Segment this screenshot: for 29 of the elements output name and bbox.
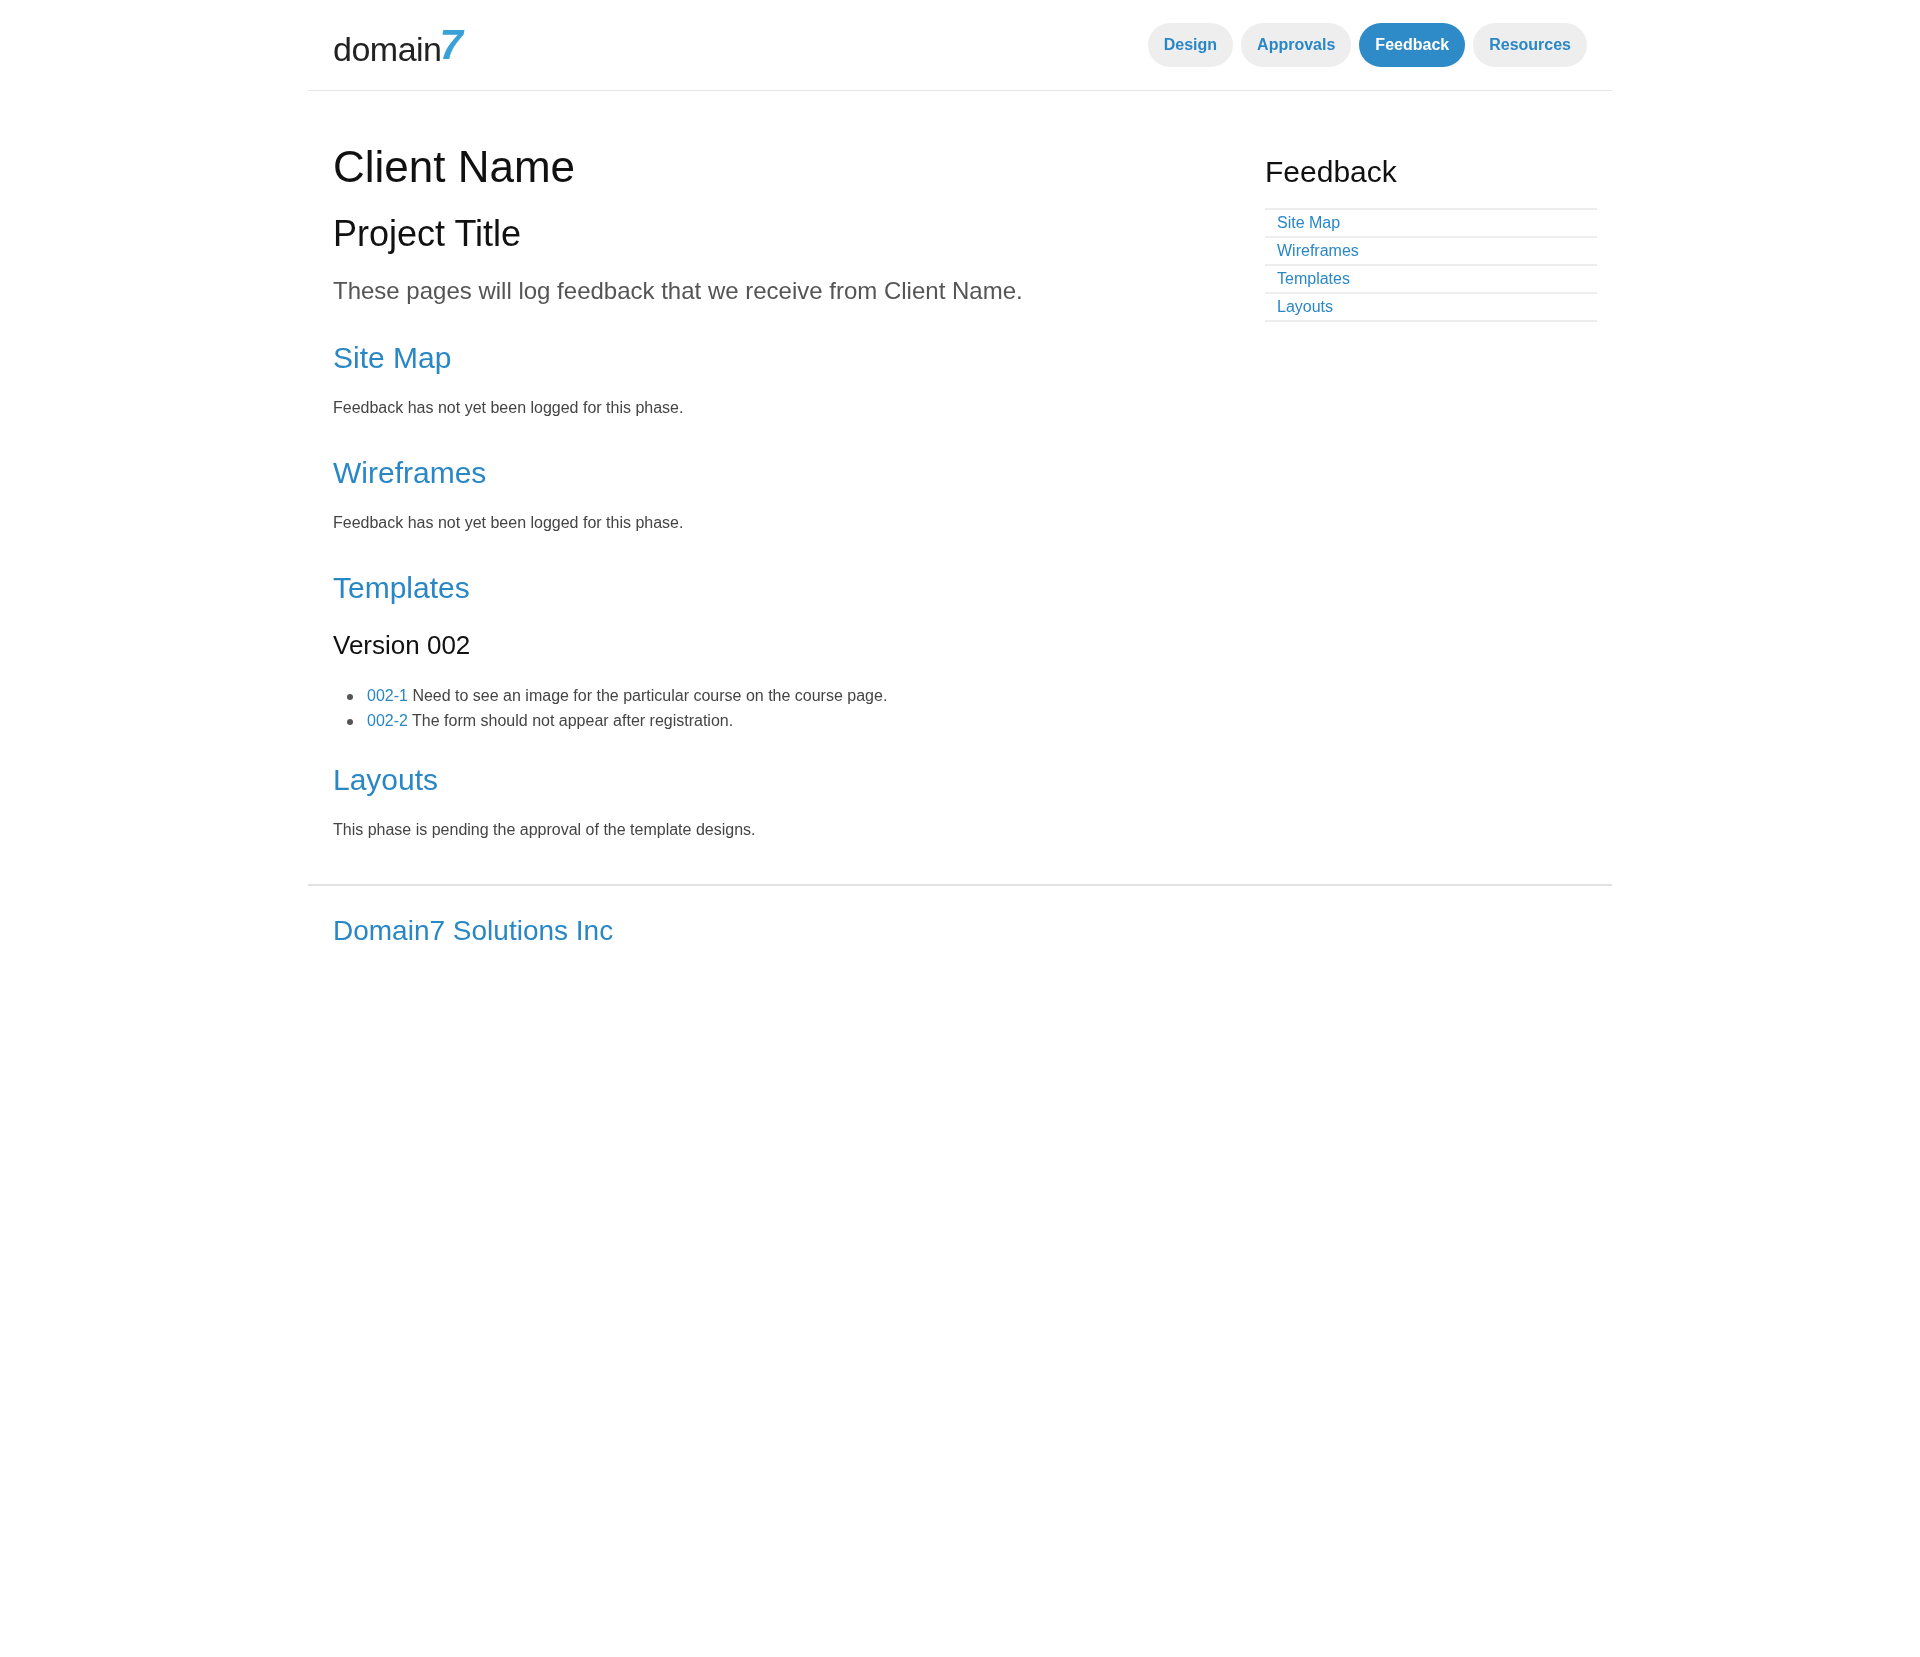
feedback-text: The form should not appear after registration. [412,712,734,729]
logo-wordmark: domain [333,32,442,66]
nav-tab[interactable]: Resources [1473,23,1587,67]
nav-tab[interactable]: Design [1147,23,1234,67]
section-note: This phase is pending the approval of the template designs. [333,820,757,840]
page-title: Client Name [333,141,577,193]
sidebar-link[interactable]: Site Map [1265,208,1597,236]
footer-link[interactable]: Domain7 Solutions Inc [333,915,614,946]
section-heading[interactable]: Wireframes [333,450,487,495]
project-title: Project Title [333,211,523,255]
feedback-text: Need to see an image for the particular course on the course page. [412,687,888,704]
feedback-id-link[interactable]: 002-2 [367,712,408,729]
sidebar-link[interactable]: Templates [1265,264,1597,292]
nav-tab[interactable]: Approvals [1241,23,1352,67]
section-note: Feedback has not yet been logged for this phase. [333,398,685,418]
logo-numeral: 7 [439,24,463,66]
bullet-icon [347,718,353,725]
section-note: Feedback has not yet been logged for this phase. [333,513,685,533]
section-heading[interactable]: Layouts [333,757,439,802]
sidebar-link[interactable]: Wireframes [1265,236,1597,264]
sidebar-title: Feedback [1265,154,1398,190]
section-heading[interactable]: Templates [333,565,470,610]
version-heading: Version 002 [333,629,472,662]
intro-text: These pages will log feedback that we receive from Client Name. [333,276,1024,306]
section-heading[interactable]: Site Map [333,335,452,380]
bullet-icon [347,693,353,700]
feedback-id-link[interactable]: 002-1 [367,687,408,704]
sidebar-link[interactable]: Layouts [1265,292,1597,320]
nav-tab[interactable]: Feedback [1359,23,1466,67]
